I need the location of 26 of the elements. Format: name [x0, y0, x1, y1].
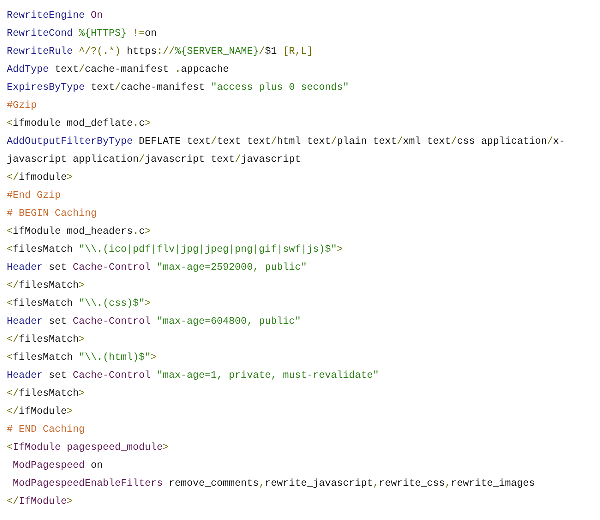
code-line: <filesMatch "\\.(ico|pdf|flv|jpg|jpeg|png|gif|swf|js)$"> [7, 244, 344, 258]
code-line: # BEGIN Caching [7, 208, 98, 222]
code-line: Header set Cache-Control "max-age=604800, public" [7, 316, 302, 330]
code-line: </filesMatch> [7, 334, 86, 348]
code-line: </filesMatch> [7, 388, 86, 402]
code-line: <filesMatch "\\.(css)$"> [7, 298, 152, 312]
code-line: ModPagespeedEnableFilters remove_comments,rewrite_javascript,rewrite_css,rewrite_images [12, 478, 536, 492]
code-line: </filesMatch> [7, 280, 86, 294]
code-line: # END Caching [7, 424, 86, 438]
code-line: <IfModule pagespeed_module> [7, 442, 170, 456]
code-line: </IfModule> [7, 496, 74, 510]
code-line: ExpiresByType text/cache-manifest "access plus 0 seconds" [7, 82, 350, 96]
code-line: RewriteCond %{HTTPS} !=on [7, 28, 158, 42]
code-line: AddType text/cache-manifest .appcache [7, 64, 230, 78]
code-line: #Gzip [7, 100, 38, 114]
code-line: RewriteEngine On [7, 10, 104, 24]
code-line: </ifmodule> [7, 172, 74, 186]
code-line: Header set Cache-Control "max-age=2592000, public" [7, 262, 308, 276]
code-line: <ifModule mod_headers.c> [7, 226, 152, 240]
code-line: RewriteRule ^/?(.*) https://%{SERVER_NAME}/$1 [R,L] [7, 46, 314, 60]
code-line: </ifModule> [7, 406, 74, 420]
code-line: Header set Cache-Control "max-age=1, private, must-revalidate" [7, 370, 380, 384]
code-line: #End Gzip [7, 190, 62, 204]
code-line: <filesMatch "\\.(html)$"> [7, 352, 158, 366]
code-line: <ifmodule mod_deflate.c> [7, 118, 152, 132]
code-line: ModPagespeed on [12, 460, 104, 474]
